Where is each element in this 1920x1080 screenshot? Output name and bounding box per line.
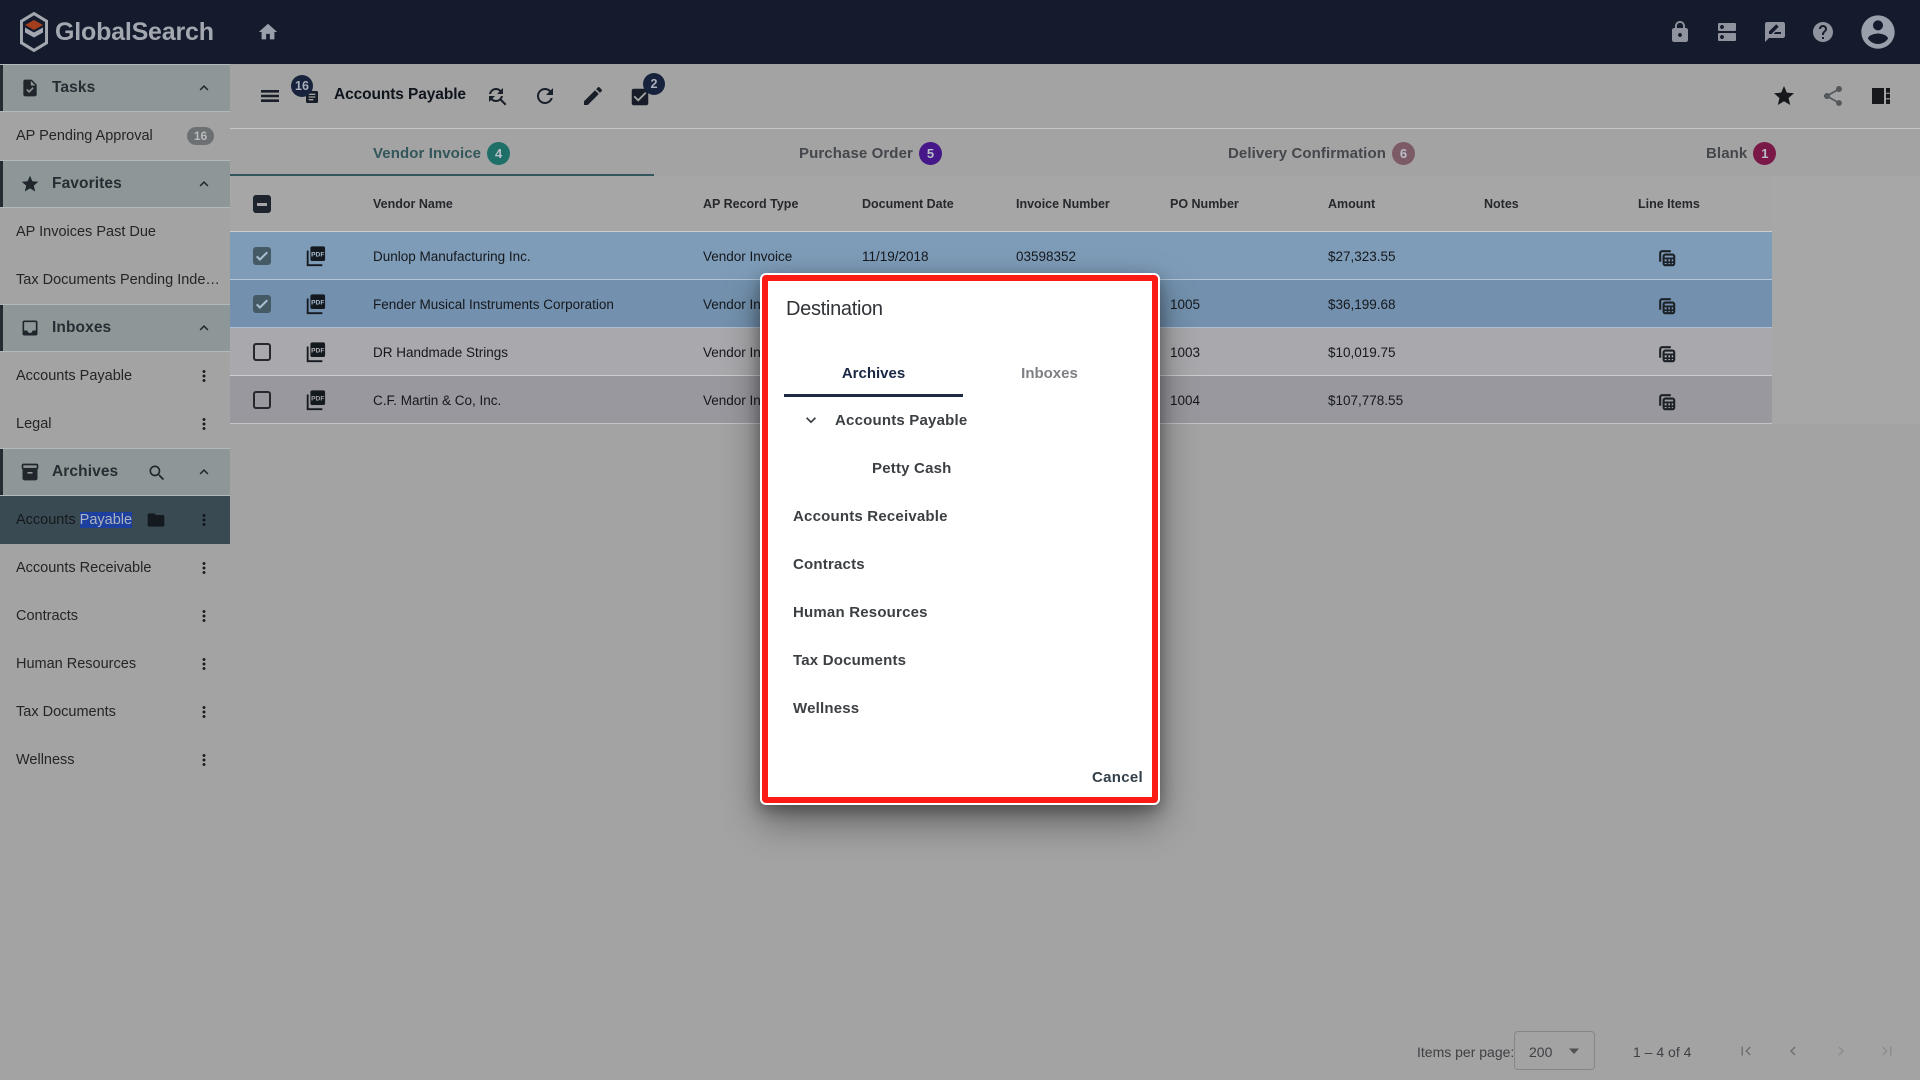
svg-text:PDF: PDF bbox=[311, 348, 324, 355]
svg-text:PDF: PDF bbox=[311, 396, 324, 403]
svg-text:PDF: PDF bbox=[311, 252, 324, 259]
svg-text:PDF: PDF bbox=[311, 300, 324, 307]
